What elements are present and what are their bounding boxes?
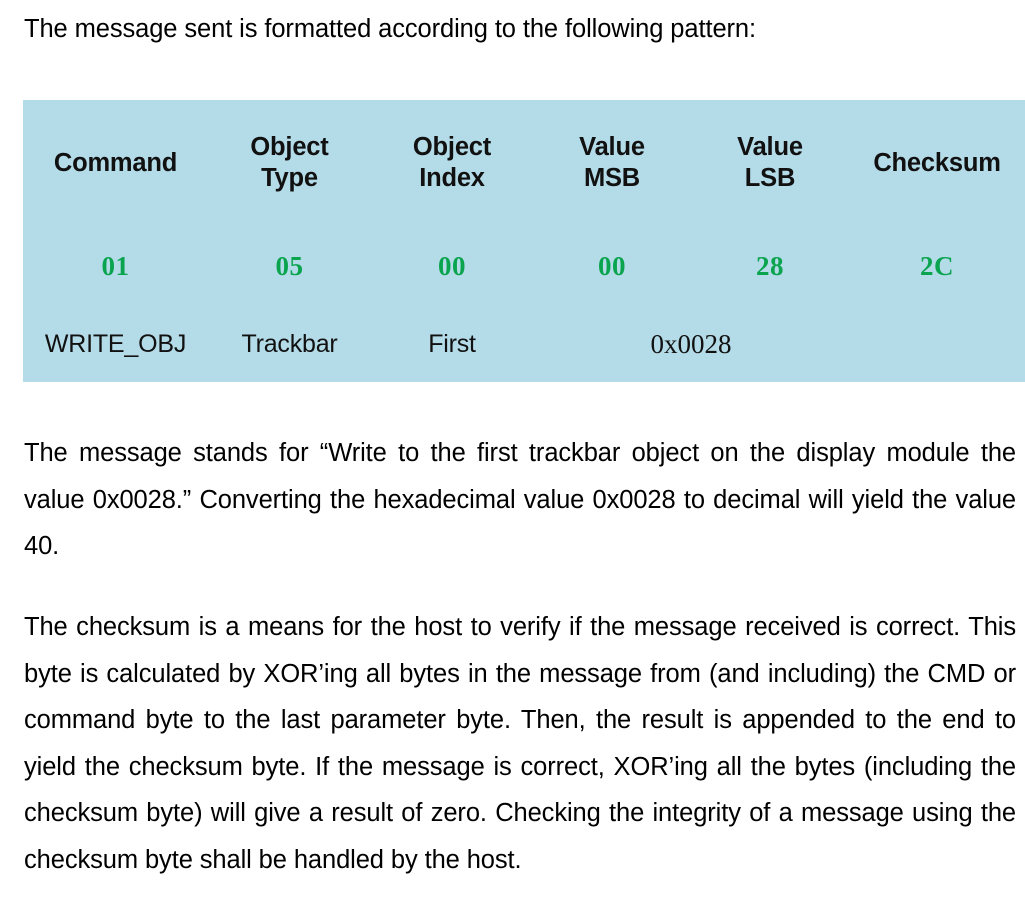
table-label-row: WRITE_OBJ Trackbar First 0x0028 — [23, 306, 1025, 382]
hex-value-value-lsb: 28 — [756, 250, 784, 281]
label-value-merged: 0x0028 — [650, 329, 732, 359]
table-header-value-lsb: Value LSB — [691, 100, 849, 226]
header-line-1: Value — [737, 133, 803, 161]
table-header-command: Command — [23, 100, 208, 226]
label-object-index: First — [428, 330, 476, 358]
table-hex-row: 01 05 00 00 28 2C — [23, 226, 1025, 306]
header-line-1: Checksum — [873, 148, 1001, 177]
message-format-table: Command Object Type Object Index Value M… — [23, 100, 1025, 382]
paragraph-checksum-explanation: The checksum is a means for the host to … — [24, 604, 1016, 883]
hex-value-object-index: 00 — [438, 250, 466, 281]
document-page: The message sent is formatted according … — [0, 0, 1025, 912]
table-header-object-type: Object Type — [208, 100, 371, 226]
message-format-table-grid: Command Object Type Object Index Value M… — [23, 100, 1025, 382]
header-line-2: MSB — [583, 164, 641, 192]
header-line-1: Object — [250, 133, 329, 161]
table-header-object-index: Object Index — [371, 100, 533, 226]
intro-paragraph: The message sent is formatted according … — [24, 15, 756, 43]
header-line-2: Type — [261, 164, 318, 192]
paragraph-text: The message stands for “Write to the fir… — [24, 439, 1016, 560]
hex-value-value-msb: 00 — [598, 250, 626, 281]
header-line-2: Index — [419, 164, 485, 192]
label-command: WRITE_OBJ — [44, 330, 187, 358]
header-line-1: Command — [53, 148, 178, 177]
hex-value-checksum: 2C — [920, 250, 954, 281]
table-header-checksum: Checksum — [849, 100, 1025, 226]
table-header-value-msb: Value MSB — [533, 100, 691, 226]
header-line-1: Object — [412, 133, 492, 161]
label-checksum — [849, 306, 1025, 382]
header-line-2: LSB — [744, 164, 796, 192]
header-line-1: Value — [579, 133, 645, 161]
paragraph-message-meaning: The message stands for “Write to the fir… — [24, 430, 1016, 570]
table-header-row: Command Object Type Object Index Value M… — [23, 100, 1025, 226]
hex-value-command: 01 — [101, 250, 130, 281]
paragraph-text: The checksum is a means for the host to … — [24, 613, 1016, 874]
hex-value-object-type: 05 — [275, 250, 304, 281]
label-object-type: Trackbar — [241, 330, 338, 358]
